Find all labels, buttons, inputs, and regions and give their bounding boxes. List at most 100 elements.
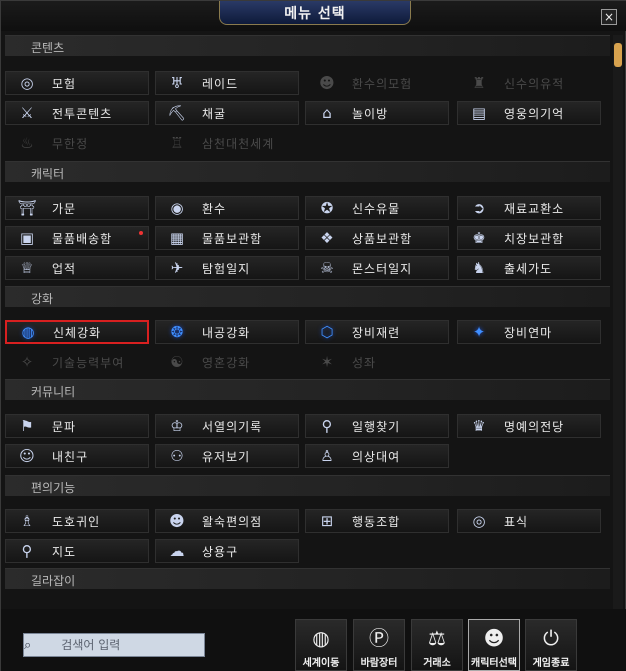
- spirit-beast-icon: ◉: [170, 199, 184, 217]
- menu-button-costume-storage[interactable]: ♚ 치장보관함: [457, 226, 601, 250]
- menu-button-label: 전투콘텐츠: [52, 106, 113, 121]
- menu-button-storage-chest[interactable]: ▦ 물품보관함: [155, 226, 299, 250]
- menu-button-label: 왈숙편의점: [202, 514, 263, 529]
- menu-button-mining[interactable]: ⛏ 채굴: [155, 101, 299, 125]
- adventure-icon: ◎: [20, 74, 34, 92]
- section-header-convenience: 편의기능: [5, 475, 610, 496]
- section-header-enhance: 강화: [5, 286, 610, 307]
- family-icon: ⛩: [17, 199, 37, 217]
- menu-button-costume-rental[interactable]: ♙ 의상대여: [305, 444, 449, 468]
- section-title: 길라잡이: [31, 574, 76, 588]
- scrollbar[interactable]: [613, 35, 623, 609]
- menu-button-inner-power[interactable]: ❂ 내공강화: [155, 320, 299, 344]
- menu-button-label: 상용구: [202, 544, 239, 559]
- footer-button-label: 바람장터: [360, 658, 398, 669]
- menu-select-window: ❦ ❦ 메뉴 선택 × 콘텐츠 ◎ 모험 ♅ 레이드 ☻ 환수의모험 ♜ 신수의유적 ⚔ 전투콘텐츠…: [0, 0, 626, 671]
- menu-button-exploration-log[interactable]: ✈ 탐험일지: [155, 256, 299, 280]
- equipment-polish-icon: ✦: [472, 323, 486, 341]
- menu-button-label: 영웅의기억: [504, 106, 565, 121]
- menu-button-map-pin[interactable]: ⚲ 지도: [5, 539, 149, 563]
- menu-button-noble[interactable]: ♗ 도호귀인: [5, 509, 149, 533]
- menu-button-friends[interactable]: ☺ 내친구: [5, 444, 149, 468]
- menu-button-label: 서열의기록: [202, 419, 263, 434]
- menu-button-delivery-box[interactable]: ▣ 물품배송함: [5, 226, 149, 250]
- menu-button-label: 지도: [52, 544, 77, 559]
- menu-button-ranking[interactable]: ♔ 서열의기록: [155, 414, 299, 438]
- footer-button-globe[interactable]: ◍ 세계이동: [295, 619, 347, 671]
- menu-button-guild[interactable]: ⚑ 문파: [5, 414, 149, 438]
- menu-button-label: 가문: [52, 201, 77, 216]
- menu-button-party-search[interactable]: ⚲ 일행찾기: [305, 414, 449, 438]
- monster-log-icon: ☠: [320, 259, 334, 277]
- menu-button-skill-grant: ✧ 기술능력부여: [5, 350, 149, 374]
- menu-button-constellation: ✶ 성좌: [305, 350, 449, 374]
- menu-button-label: 물품보관함: [202, 231, 263, 246]
- menu-button-label: 신수의유적: [504, 76, 565, 91]
- product-storage-icon: ❖: [320, 229, 334, 247]
- playroom-icon: ⌂: [322, 104, 332, 122]
- menu-button-label: 환수: [202, 201, 227, 216]
- menu-button-hall-of-fame[interactable]: ♛ 명예의전당: [457, 414, 601, 438]
- search-input[interactable]: [61, 638, 212, 652]
- footer-button-p-coin[interactable]: Ⓟ 바람장터: [353, 619, 405, 671]
- power-icon: ⏻: [543, 626, 559, 650]
- menu-button-raid[interactable]: ♅ 레이드: [155, 71, 299, 95]
- menu-button-user-view[interactable]: ⚇ 유저보기: [155, 444, 299, 468]
- crossed-swords-icon: ⚔: [20, 104, 34, 122]
- menu-button-label: 출세가도: [504, 261, 553, 276]
- menu-button-label: 유저보기: [202, 449, 251, 464]
- menu-button-label: 장비재련: [352, 325, 401, 340]
- menu-button-label: 물품배송함: [52, 231, 113, 246]
- menu-button-exchange[interactable]: ➲ 재료교환소: [457, 196, 601, 220]
- menu-button-success-path[interactable]: ♞ 출세가도: [457, 256, 601, 280]
- notification-dot: [139, 231, 143, 235]
- guild-icon: ⚑: [20, 417, 34, 435]
- menu-button-achievement[interactable]: ♕ 업적: [5, 256, 149, 280]
- menu-button-equipment-polish[interactable]: ✦ 장비연마: [457, 320, 601, 344]
- menu-button-label: 표식: [504, 514, 529, 529]
- menu-button-crossed-swords[interactable]: ⚔ 전투콘텐츠: [5, 101, 149, 125]
- action-combo-icon: ⊞: [320, 512, 334, 530]
- menu-button-action-combo[interactable]: ⊞ 행동조합: [305, 509, 449, 533]
- menu-button-label: 도호귀인: [52, 514, 101, 529]
- footer-button-character-select[interactable]: ☻ 캐릭터선택: [468, 619, 520, 671]
- menu-button-body-enhance[interactable]: ◍ 신체강화: [5, 320, 149, 344]
- menu-button-label: 레이드: [202, 76, 239, 91]
- costume-rental-icon: ♙: [320, 447, 334, 465]
- menu-button-adventure[interactable]: ◎ 모험: [5, 71, 149, 95]
- footer-button-scales[interactable]: ⚖ 거래소: [411, 619, 463, 671]
- menu-button-spirit-beast[interactable]: ◉ 환수: [155, 196, 299, 220]
- globe-icon: ◍: [312, 626, 330, 650]
- menu-button-monster-log[interactable]: ☠ 몬스터일지: [305, 256, 449, 280]
- menu-button-label: 명예의전당: [504, 419, 565, 434]
- menu-button-label: 신체강화: [53, 325, 102, 340]
- menu-button-hero-memory[interactable]: ▤ 영웅의기억: [457, 101, 601, 125]
- menu-button-playroom[interactable]: ⌂ 놀이방: [305, 101, 449, 125]
- menu-button-family[interactable]: ⛩ 가문: [5, 196, 149, 220]
- close-button[interactable]: ×: [601, 9, 617, 25]
- soul-enhance-icon: ☯: [170, 353, 184, 371]
- scroll-thumb[interactable]: [614, 43, 622, 67]
- menu-button-label: 일행찾기: [352, 419, 401, 434]
- menu-button-label: 채굴: [202, 106, 227, 121]
- menu-button-label: 영혼강화: [202, 355, 251, 370]
- menu-button-convenience-store[interactable]: ☻ 왈숙편의점: [155, 509, 299, 533]
- chat-phrase-icon: ☁: [169, 542, 185, 560]
- constellation-icon: ✶: [320, 353, 334, 371]
- equipment-refine-icon: ⬡: [320, 323, 334, 341]
- menu-button-label: 업적: [52, 261, 77, 276]
- footer-button-power[interactable]: ⏻ 게임종료: [525, 619, 577, 671]
- menu-button-divine-relic[interactable]: ✪ 신수유물: [305, 196, 449, 220]
- menu-button-product-storage[interactable]: ❖ 상품보관함: [305, 226, 449, 250]
- menu-button-label: 기술능력부여: [52, 355, 125, 370]
- menu-button-equipment-refine[interactable]: ⬡ 장비재련: [305, 320, 449, 344]
- menu-button-label: 상품보관함: [352, 231, 413, 246]
- menu-button-soul-enhance: ☯ 영혼강화: [155, 350, 299, 374]
- success-path-icon: ♞: [472, 259, 486, 277]
- title-plate: 메뉴 선택: [219, 1, 411, 25]
- spirit-adventure-icon: ☻: [319, 74, 335, 92]
- footer-button-label: 캐릭터선택: [471, 658, 517, 669]
- achievement-icon: ♕: [20, 259, 34, 277]
- menu-button-marker[interactable]: ◎ 표식: [457, 509, 601, 533]
- menu-button-chat-phrase[interactable]: ☁ 상용구: [155, 539, 299, 563]
